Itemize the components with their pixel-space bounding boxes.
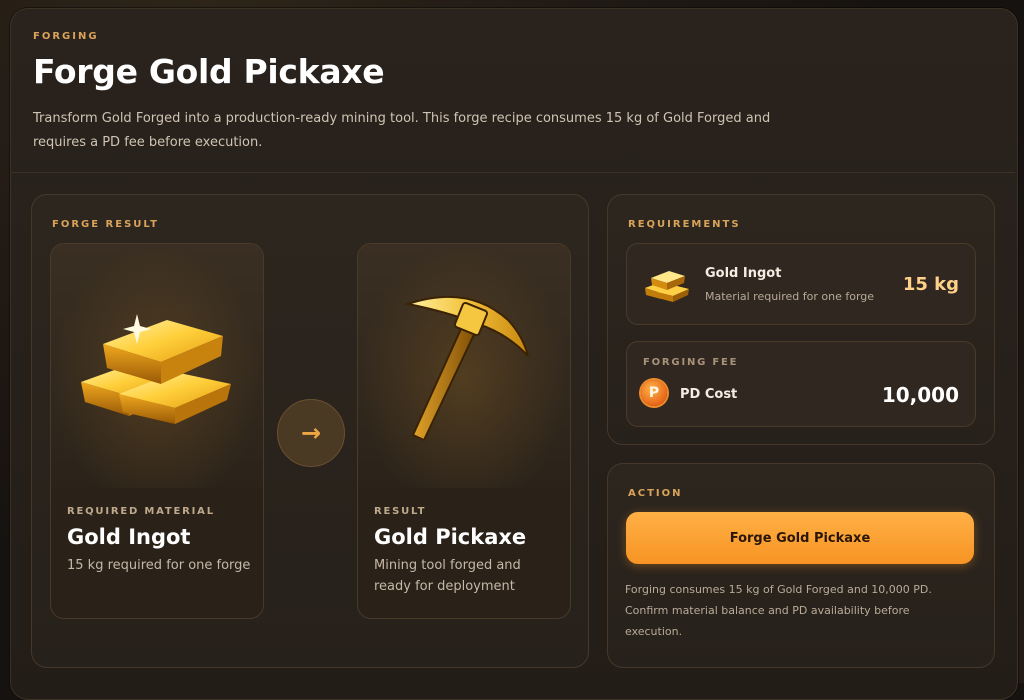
page-description: Transform Gold Forged into a production-… (33, 111, 771, 150)
arrow-right-icon: → (277, 399, 345, 467)
required-material-name: Gold Ingot (67, 525, 191, 549)
material-quantity: 15 kg (902, 274, 959, 295)
required-material-eyebrow: REQUIRED MATERIAL (67, 506, 215, 517)
gold-ingot-icon (645, 271, 689, 302)
pd-coin-icon: P (641, 380, 667, 406)
result-eyebrow: RESULT (374, 506, 427, 517)
material-subtitle: Material required for one forge (705, 290, 875, 303)
pd-cost-label: PD Cost (680, 387, 738, 402)
action-note: Forging consumes 15 kg of Gold Forged an… (625, 583, 932, 638)
pd-cost-value: 10,000 (881, 383, 959, 407)
page-title: Forge Gold Pickaxe (33, 52, 385, 91)
material-requirement-row: Gold Ingot Material required for one for… (626, 243, 976, 325)
result-name: Gold Pickaxe (374, 525, 527, 549)
action-label: ACTION (628, 488, 683, 499)
material-name: Gold Ingot (705, 266, 782, 281)
gold-pickaxe-icon (404, 295, 529, 442)
requirements-label: REQUIREMENTS (628, 219, 741, 230)
forge-result-label: FORGE RESULT (52, 219, 159, 230)
gold-ingot-image (51, 244, 263, 488)
forging-fee-row: FORGING FEE P PD Cost 10,000 (626, 341, 976, 427)
gold-ingot-icon (81, 314, 231, 424)
required-material-description: 15 kg required for one forge (67, 558, 251, 573)
result-description: Mining tool forged and ready for deploym… (374, 558, 521, 594)
gold-pickaxe-image (358, 244, 570, 488)
forging-fee-label: FORGING FEE (643, 357, 739, 368)
forge-button[interactable]: Forge Gold Pickaxe (626, 512, 974, 564)
header-divider (11, 172, 1015, 173)
section-eyebrow: FORGING (33, 31, 99, 42)
required-material-card[interactable]: REQUIRED MATERIAL Gold Ingot 15 kg requi… (50, 243, 264, 619)
result-card[interactable]: RESULT Gold Pickaxe Mining tool forged a… (357, 243, 571, 619)
